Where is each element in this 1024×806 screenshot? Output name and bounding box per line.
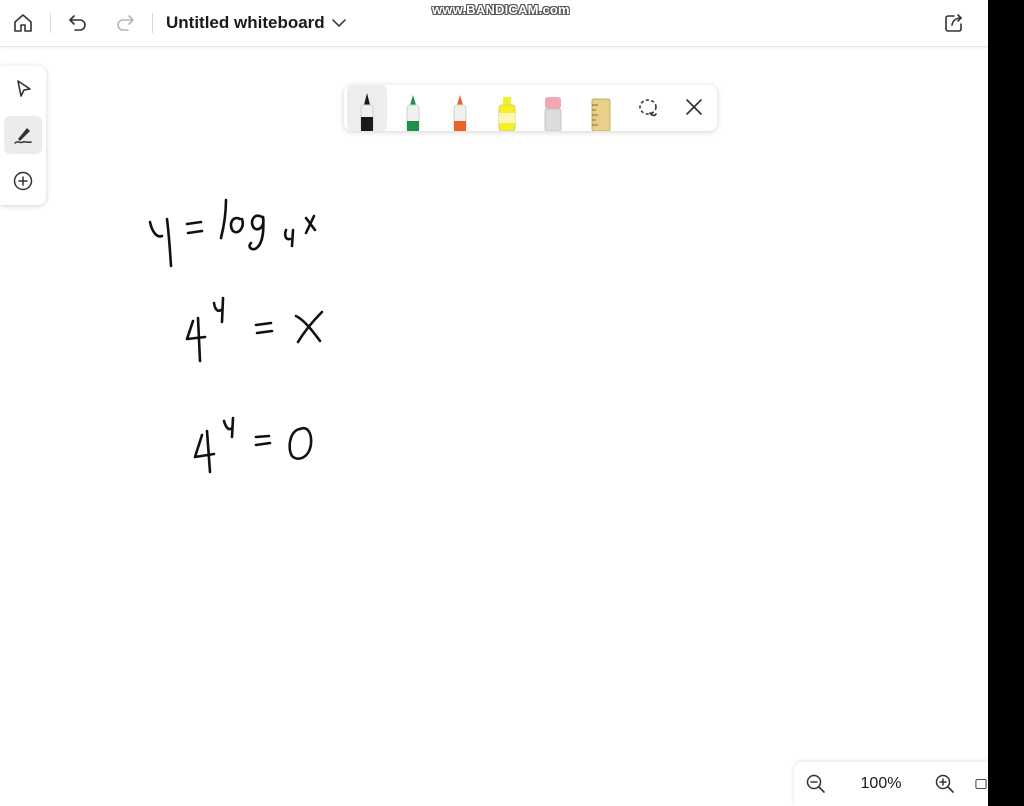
ink-line-3 [193, 416, 313, 474]
zoom-out-icon [806, 774, 825, 793]
orange-pen-icon [453, 95, 467, 131]
eraser[interactable] [533, 85, 573, 131]
handwritten-ink [148, 198, 324, 474]
redo-button[interactable] [111, 9, 139, 37]
undo-button[interactable] [64, 9, 92, 37]
lasso-select-button[interactable] [628, 85, 668, 131]
zoom-out-button[interactable] [802, 770, 830, 798]
green-pen[interactable] [393, 85, 433, 131]
pen-icon [14, 128, 32, 144]
share-icon [945, 14, 962, 32]
ruler[interactable] [580, 85, 620, 131]
zoom-in-button[interactable] [931, 770, 959, 798]
ruler-icon [591, 98, 611, 131]
home-button[interactable] [9, 9, 37, 37]
select-icon [17, 80, 31, 97]
yellow-highlighter[interactable] [487, 85, 527, 131]
chevron-down-icon [332, 19, 346, 27]
black-pen-icon [360, 93, 374, 131]
black-pen[interactable] [347, 85, 387, 131]
home-icon [14, 14, 32, 32]
close-tray-button[interactable] [674, 85, 714, 131]
green-pen-icon [406, 95, 420, 131]
fit-to-screen-button[interactable] [974, 770, 988, 798]
zoom-in-icon [935, 774, 954, 793]
ink-line-1 [148, 198, 317, 268]
highlighter-icon [498, 97, 516, 131]
whiteboard-canvas[interactable] [0, 47, 988, 806]
eraser-icon [544, 97, 562, 131]
redo-icon [117, 15, 134, 31]
add-tool-button[interactable] [4, 162, 42, 200]
pen-tray [344, 85, 717, 131]
lasso-icon [639, 99, 657, 117]
undo-icon [69, 15, 86, 31]
screen-edge [988, 0, 1024, 806]
close-icon [686, 99, 702, 115]
zoom-level[interactable]: 100% [856, 775, 906, 793]
recording-watermark: www.BANDICAM.com [432, 2, 570, 17]
pen-tool-button[interactable] [4, 116, 42, 154]
toolbar-divider [50, 13, 51, 33]
side-toolbar [0, 66, 46, 205]
toolbar-divider [152, 13, 153, 33]
share-button[interactable] [940, 9, 968, 37]
add-icon [13, 171, 33, 191]
title-menu-button[interactable] [325, 9, 353, 37]
whiteboard-title[interactable]: Untitled whiteboard [166, 13, 325, 33]
select-tool-button[interactable] [4, 70, 42, 108]
ink-line-2 [185, 296, 324, 363]
fit-screen-icon [975, 779, 987, 789]
orange-pen[interactable] [440, 85, 480, 131]
zoom-controls: 100% [794, 762, 988, 806]
